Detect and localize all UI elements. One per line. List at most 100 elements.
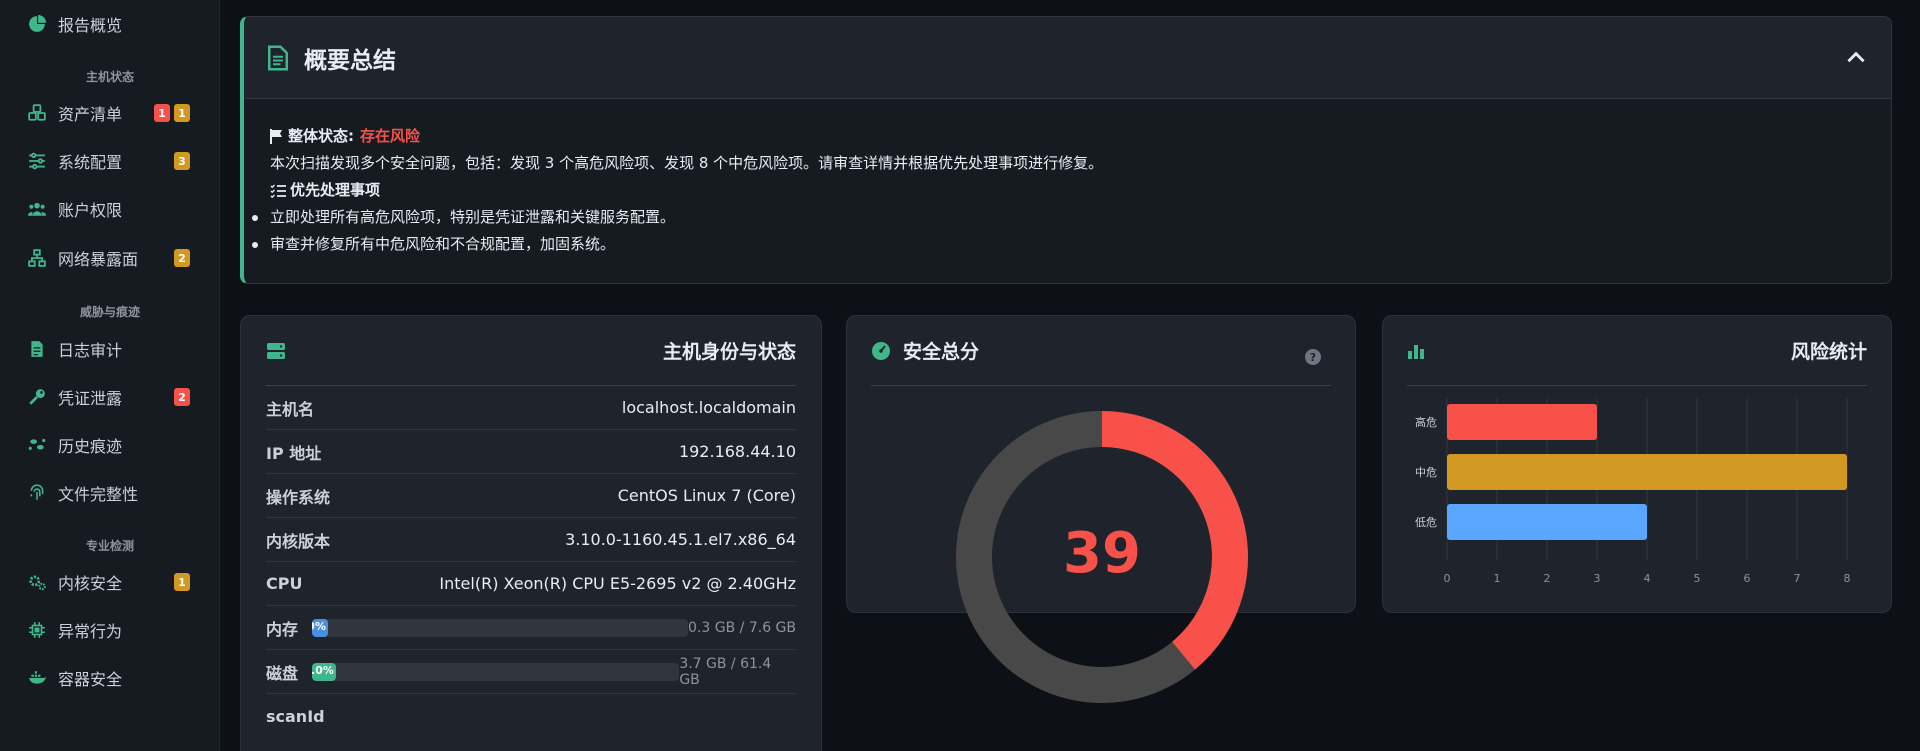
sidebar-item-label: 历史痕迹 xyxy=(58,437,123,456)
bar-0[interactable] xyxy=(1447,404,1597,440)
disk-progress-fill: 6.0% xyxy=(311,662,336,681)
pie-chart-icon xyxy=(28,15,46,33)
users-icon xyxy=(28,200,46,218)
sidebar-item-file-integrity[interactable]: 文件完整性 xyxy=(0,473,220,513)
row-value: 192.168.44.10 xyxy=(678,442,796,461)
count-badge: 2 xyxy=(174,388,190,406)
sidebar-item-log-audit[interactable]: 日志审计 xyxy=(0,329,220,369)
summary-description: 本次扫描发现多个安全问题，包括：发现 3 个高危风险项、发现 8 个中危风险项。… xyxy=(270,154,1104,172)
cogs-icon xyxy=(28,573,46,591)
host-row-disk: 磁盘 6.0% 3.7 GB / 61.4 GB xyxy=(266,650,796,694)
sidebar-item-network-exposure[interactable]: 网络暴露面 2 xyxy=(0,238,220,278)
bar-chart-icon xyxy=(1408,344,1424,359)
x-tick-label: 8 xyxy=(1844,572,1851,585)
sidebar-item-overview[interactable]: 报告概览 xyxy=(0,4,220,44)
host-card: 主机身份与状态 主机名 localhost.localdomain IP 地址 … xyxy=(240,315,822,751)
file-text-icon xyxy=(28,340,46,358)
disk-progress-bar: 6.0% xyxy=(311,662,680,681)
host-row-ip: IP 地址 192.168.44.10 xyxy=(266,430,796,474)
badge-group: 1 1 xyxy=(154,104,190,122)
status-value: 存在风险 xyxy=(360,127,421,145)
help-icon[interactable]: ? xyxy=(1305,349,1321,365)
summary-body: 整体状态: 存在风险 本次扫描发现多个安全问题，包括：发现 3 个高危风险项、发… xyxy=(244,99,1891,282)
sidebar-item-account-permissions[interactable]: 账户权限 xyxy=(0,189,220,229)
sliders-icon xyxy=(28,152,46,170)
risk-card-title: 风险统计 xyxy=(1790,341,1867,363)
sidebar-item-label: 网络暴露面 xyxy=(58,250,139,269)
sidebar-item-label: 系统配置 xyxy=(58,153,123,172)
bar-1[interactable] xyxy=(1447,454,1847,490)
summary-header[interactable]: 概要总结 xyxy=(244,17,1891,99)
y-category-label: 中危 xyxy=(1415,466,1437,479)
docker-icon xyxy=(28,669,46,687)
sidebar-item-container-security[interactable]: 容器安全 xyxy=(0,658,220,698)
section-label-threats: 威胁与痕迹 xyxy=(79,305,140,319)
sidebar-item-label: 凭证泄露 xyxy=(58,389,123,408)
host-card-title: 主机身份与状态 xyxy=(662,341,796,363)
risk-bar-chart: 0 1 2 3 4 5 6 7 8 高危中危低危 xyxy=(1415,398,1851,585)
row-key: 主机名 xyxy=(266,399,315,419)
sidebar-item-anomaly-behavior[interactable]: 异常行为 xyxy=(0,610,220,650)
badge-group: 3 xyxy=(174,152,190,170)
sidebar-item-label: 账户权限 xyxy=(58,201,123,220)
sidebar-item-label: 内核安全 xyxy=(58,574,123,593)
sidebar-item-kernel-security[interactable]: 内核安全 1 xyxy=(0,562,220,602)
sidebar-item-label: 日志审计 xyxy=(58,341,123,360)
sidebar-item-label: 容器安全 xyxy=(58,670,123,689)
count-badge: 1 xyxy=(174,573,190,591)
x-tick-label: 4 xyxy=(1644,572,1651,585)
count-badge: 2 xyxy=(174,249,190,267)
host-row-cpu: CPU Intel(R) Xeon(R) CPU E5-2695 v2 @ 2.… xyxy=(266,562,796,606)
x-tick-label: 2 xyxy=(1544,572,1551,585)
row-value: CentOS Linux 7 (Core) xyxy=(617,486,796,505)
sidebar: 报告概览 主机状态 资产清单 1 1 系统配置 3 账户权限 网络暴露面 2 威… xyxy=(0,0,220,751)
row-value: 3.10.0-1160.45.1.el7.x86_64 xyxy=(565,530,796,549)
chip-icon xyxy=(28,621,46,639)
host-row-memory: 内存 3.9% 0.3 GB / 7.6 GB xyxy=(266,606,796,650)
risk-stats-card: 风险统计 0 1 2 3 4 5 6 7 8 高危 中危 低危 xyxy=(1382,315,1892,613)
disk-percent: 6.0% xyxy=(312,663,334,677)
footprints-icon xyxy=(28,436,46,454)
host-row-scanid: scanId xyxy=(266,694,796,738)
row-key: CPU xyxy=(266,574,303,593)
badge-group: 1 xyxy=(174,573,190,591)
memory-progress-fill: 3.9% xyxy=(312,618,328,637)
sidebar-item-history-traces[interactable]: 历史痕迹 xyxy=(0,425,220,465)
badge-group: 2 xyxy=(174,388,190,406)
summary-card: 概要总结 整体状态: 存在风险 本次扫描发现多个安全问题，包括：发现 3 个高危… xyxy=(240,16,1892,284)
x-tick-label: 6 xyxy=(1744,572,1751,585)
network-icon xyxy=(28,249,46,267)
fingerprint-icon xyxy=(28,484,46,502)
row-value: localhost.localdomain xyxy=(621,398,796,417)
key-icon xyxy=(28,388,46,406)
chevron-up-icon[interactable] xyxy=(1843,45,1869,71)
priority-list: 立即处理所有高危风险项，特别是凭证泄露和关键服务配置。 审查并修复所有中危风险和… xyxy=(252,204,1865,258)
security-score-card: 安全总分 ? 39 xyxy=(846,315,1356,703)
status-label: 整体状态: xyxy=(288,127,354,145)
x-tick-label: 5 xyxy=(1694,572,1701,585)
sidebar-item-label: 资产清单 xyxy=(58,105,123,124)
list-item: 立即处理所有高危风险项，特别是凭证泄露和关键服务配置。 xyxy=(252,204,1865,231)
sidebar-item-system-config[interactable]: 系统配置 3 xyxy=(0,141,220,181)
x-tick-label: 3 xyxy=(1594,572,1601,585)
x-tick-label: 7 xyxy=(1794,572,1801,585)
section-label-host-status: 主机状态 xyxy=(85,70,134,84)
row-key: 操作系统 xyxy=(266,487,331,507)
section-label-professional: 专业检测 xyxy=(85,539,134,553)
badge-group: 2 xyxy=(174,249,190,267)
y-category-label: 高危 xyxy=(1415,415,1437,429)
memory-size: 0.3 GB / 7.6 GB xyxy=(688,619,796,636)
host-row-os: 操作系统 CentOS Linux 7 (Core) xyxy=(266,474,796,518)
memory-progress-bar: 3.9% xyxy=(312,618,688,637)
score-card-header: 安全总分 xyxy=(871,316,1331,386)
bar-2[interactable] xyxy=(1447,504,1647,540)
sidebar-item-asset-inventory[interactable]: 资产清单 1 1 xyxy=(0,93,220,133)
x-tick-label: 0 xyxy=(1444,572,1451,585)
risk-card-header: 风险统计 xyxy=(1407,316,1867,386)
sidebar-item-label: 报告概览 xyxy=(58,16,123,35)
score-value: 39 xyxy=(1063,521,1141,586)
row-value: Intel(R) Xeon(R) CPU E5-2695 v2 @ 2.40GH… xyxy=(439,574,796,593)
host-row-hostname: 主机名 localhost.localdomain xyxy=(266,386,796,430)
sidebar-item-credential-leak[interactable]: 凭证泄露 2 xyxy=(0,377,220,417)
summary-title: 概要总结 xyxy=(304,47,396,74)
